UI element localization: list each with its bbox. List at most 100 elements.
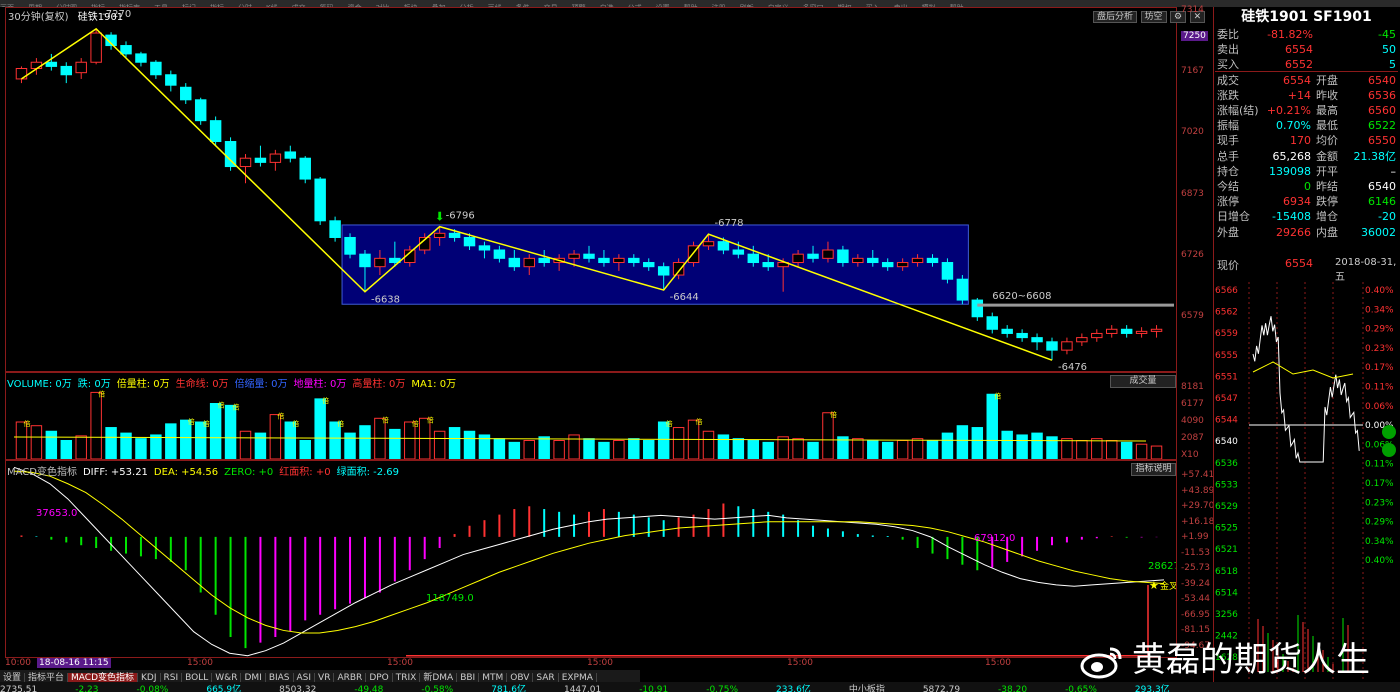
candle-body <box>613 257 625 264</box>
indicator-tab[interactable]: RSI <box>161 673 183 682</box>
quote-key-2: 昨收 <box>1316 88 1338 102</box>
indicator-tab[interactable]: SAR <box>533 673 559 682</box>
volume-mark: 倍 <box>696 417 703 426</box>
quote-value-2: 21.38亿 <box>1353 149 1397 163</box>
indicator-tab[interactable]: 指标平台 <box>25 673 69 682</box>
indicator-tab[interactable]: 新DMA <box>420 673 458 682</box>
kline-chart-svg[interactable]: -7270-6638-6796-6644-6778-64766620~6608⬇ <box>6 8 1176 373</box>
indicator-tab[interactable]: DMI <box>241 673 266 682</box>
candle-body <box>672 262 685 276</box>
volume-bar <box>389 428 401 460</box>
quote-key-2: 开平 <box>1316 164 1338 178</box>
volume-mark: 倍 <box>23 419 30 428</box>
indicator-tab[interactable]: MTM <box>479 673 508 682</box>
indicator-tab[interactable]: OBV <box>507 673 534 682</box>
volume-bar <box>822 412 834 460</box>
indicator-tab[interactable]: VR <box>315 673 335 682</box>
volume-bar <box>956 425 969 460</box>
candle-body <box>1076 337 1088 343</box>
index-value: 293.3亿 <box>1134 685 1170 692</box>
indicator-tab[interactable]: ASI <box>294 673 316 682</box>
candle-body <box>448 232 461 238</box>
indicator-tab[interactable]: TRIX <box>393 673 421 682</box>
volume-bar <box>508 441 521 460</box>
volume-mark: 倍 <box>412 419 419 428</box>
indicator-tab[interactable]: EXPMA <box>559 673 597 682</box>
quote-key-2: 最高 <box>1316 104 1338 117</box>
mini-left-tick: 6518 <box>1215 567 1238 577</box>
macd-label: 67912.0 <box>974 533 1015 544</box>
volume-bar <box>1076 440 1088 460</box>
indicator-tab[interactable]: ARBR <box>334 673 367 682</box>
candle-body <box>762 262 774 268</box>
indicator-tab[interactable]: DPO <box>366 673 393 682</box>
indicator-tab[interactable]: KDJ <box>138 673 161 682</box>
index-value: -38.20 <box>998 685 1028 692</box>
mini-left-tick: 6529 <box>1215 502 1238 512</box>
volume-legend-item: 倍量柱: 0万 <box>116 379 170 390</box>
indicator-tab[interactable]: BOLL <box>182 673 213 682</box>
candle-body <box>60 65 73 76</box>
indicator-tab[interactable]: BIAS <box>266 673 294 682</box>
candle-body <box>583 253 595 259</box>
indicator-help-button[interactable]: 指标说明 <box>1131 463 1176 476</box>
volume-bar <box>628 438 640 460</box>
volume-bar <box>359 425 371 460</box>
quote-row: 总手 65,268 金额 21.38亿 <box>1215 149 1398 164</box>
mini-right-tick: 0.40% <box>1365 286 1394 296</box>
volume-type-button[interactable]: 成交量 <box>1110 375 1176 388</box>
after-hours-button[interactable]: 盘后分析 <box>1093 11 1138 23</box>
volume-bar <box>45 430 58 460</box>
macd-legend-item: DIFF: +53.21 <box>82 467 148 478</box>
candle-body <box>239 157 252 168</box>
volume-legend-item: 高量柱: 0万 <box>352 379 406 390</box>
mini-left-tick: 6547 <box>1215 394 1238 404</box>
quote-value: 0.70% <box>1276 119 1311 133</box>
volume-bar <box>239 430 252 460</box>
chart-symbol-name: 硅铁1901 <box>77 12 124 23</box>
candle-body <box>1061 341 1073 351</box>
macd-label: 118749.0 <box>426 593 474 604</box>
quote-value-2: 5 <box>1389 58 1396 72</box>
candle-body <box>1016 332 1028 339</box>
volume-mark: 倍 <box>277 412 284 421</box>
quote-title: 硅铁1901 SF1901 <box>1241 9 1372 25</box>
volume-bar <box>896 440 909 460</box>
time-tick: 10:00 <box>5 658 31 668</box>
indicator-tab[interactable]: MACD变色指标 <box>68 673 139 682</box>
indicator-tab[interactable]: BBI <box>457 673 480 682</box>
fill-toggle-button[interactable]: 坊空 <box>1140 11 1167 23</box>
candle-body <box>702 241 715 247</box>
volume-bar <box>613 440 625 460</box>
quote-value-2: -45 <box>1378 28 1396 41</box>
mini-right-tick: 0.23% <box>1365 498 1394 508</box>
volume-mark: 倍 <box>233 402 240 411</box>
quote-key: 卖出 <box>1217 43 1239 57</box>
quote-value-2: -20 <box>1378 210 1396 224</box>
candle-body <box>926 257 939 264</box>
candle-body <box>1150 328 1163 332</box>
golden-cross-label: 金叉 <box>1160 580 1176 592</box>
mini-left-tick: 6525 <box>1215 524 1238 534</box>
volume-bar <box>911 438 924 460</box>
candle-body <box>747 253 760 264</box>
intraday-mini-chart[interactable]: 6566 6562 6559 6555 6551 6547 6544 6540 6536 6533… <box>1213 282 1400 682</box>
index-value: -2.23 <box>75 685 99 692</box>
quote-value: 170 <box>1290 134 1311 148</box>
quote-row: 涨停 6934 跌停 6146 <box>1215 194 1398 209</box>
index-value: 665.9亿 <box>206 685 242 692</box>
mini-price-line <box>1252 316 1360 463</box>
candle-body <box>135 53 147 63</box>
indicator-tab[interactable]: W&R <box>212 673 242 682</box>
candle-body <box>643 262 655 268</box>
price-tick: 6873 <box>1181 188 1204 199</box>
indicator-tab[interactable]: 设置 <box>0 673 26 682</box>
quote-key-2: 跌停 <box>1316 195 1338 209</box>
volume-bar <box>1031 432 1043 460</box>
candle-body <box>478 245 491 251</box>
macd-chart-svg[interactable]: 37653.0 118749.0 67912.0 28627 ★金叉 <box>6 461 1180 657</box>
volume-bar <box>1135 443 1148 460</box>
quote-date: 2018-08-31,五 <box>1335 257 1397 283</box>
quote-value-2: 6146 <box>1368 195 1396 209</box>
index-value: -0.08% <box>136 685 169 692</box>
